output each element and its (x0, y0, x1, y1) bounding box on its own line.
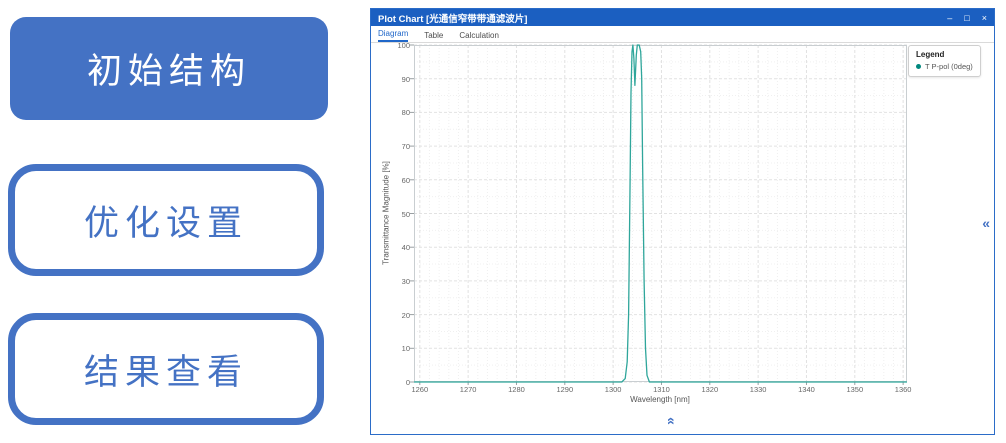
y-tick-label: 30 (378, 277, 410, 286)
x-tick-label: 1310 (653, 385, 670, 394)
tab-bar: Diagram Table Calculation (371, 26, 994, 43)
y-tick-label: 10 (378, 344, 410, 353)
plot-chart-window: Plot Chart [光通信窄带带通滤波片] – □ × Diagram Ta… (370, 8, 995, 435)
window-titlebar[interactable]: Plot Chart [光通信窄带带通滤波片] – □ × (371, 9, 994, 26)
initial-structure-button[interactable]: 初始结构 (10, 17, 328, 120)
y-tick-label: 100 (378, 41, 410, 50)
legend-entry[interactable]: T P-pol (0deg) (916, 62, 973, 71)
y-tick-label: 50 (378, 210, 410, 219)
window-controls: – □ × (947, 13, 987, 23)
x-tick-label: 1330 (750, 385, 767, 394)
x-tick-label: 1270 (460, 385, 477, 394)
chart-legend: Legend T P-pol (0deg) (908, 45, 981, 77)
y-tick-label: 0 (378, 378, 410, 387)
y-tick-label: 60 (378, 176, 410, 185)
x-tick-label: 1340 (798, 385, 815, 394)
series-color-dot-icon (916, 64, 921, 69)
tab-calculation[interactable]: Calculation (459, 31, 499, 42)
x-tick-label: 1360 (895, 385, 912, 394)
x-tick-label: 1300 (605, 385, 622, 394)
minimize-icon[interactable]: – (947, 13, 952, 23)
x-tick-label: 1260 (411, 385, 428, 394)
legend-entry-label: T P-pol (0deg) (925, 62, 973, 71)
y-tick-label: 70 (378, 142, 410, 151)
x-tick-label: 1290 (556, 385, 573, 394)
y-tick-label: 40 (378, 243, 410, 252)
collapse-panel-up-icon[interactable]: « (664, 417, 680, 425)
tab-table[interactable]: Table (424, 31, 443, 42)
results-view-label: 结果查看 (84, 344, 248, 395)
y-tick-label: 80 (378, 108, 410, 117)
initial-structure-label: 初始结构 (87, 43, 251, 94)
optimization-settings-button[interactable]: 优化设置 (8, 164, 324, 276)
maximize-icon[interactable]: □ (964, 13, 969, 23)
x-axis-title: Wavelength [nm] (630, 395, 690, 404)
chart-plot-area[interactable] (414, 45, 907, 382)
x-tick-label: 1350 (846, 385, 863, 394)
close-icon[interactable]: × (982, 13, 987, 23)
y-tick-label: 20 (378, 311, 410, 320)
results-view-button[interactable]: 结果查看 (8, 313, 324, 425)
x-tick-label: 1320 (701, 385, 718, 394)
x-tick-label: 1280 (508, 385, 525, 394)
window-title: Plot Chart [光通信窄带带通滤波片] (378, 11, 527, 25)
legend-title: Legend (916, 50, 973, 59)
optimization-settings-label: 优化设置 (84, 195, 248, 246)
collapse-panel-left-icon[interactable]: « (982, 215, 990, 231)
y-tick-label: 90 (378, 75, 410, 84)
